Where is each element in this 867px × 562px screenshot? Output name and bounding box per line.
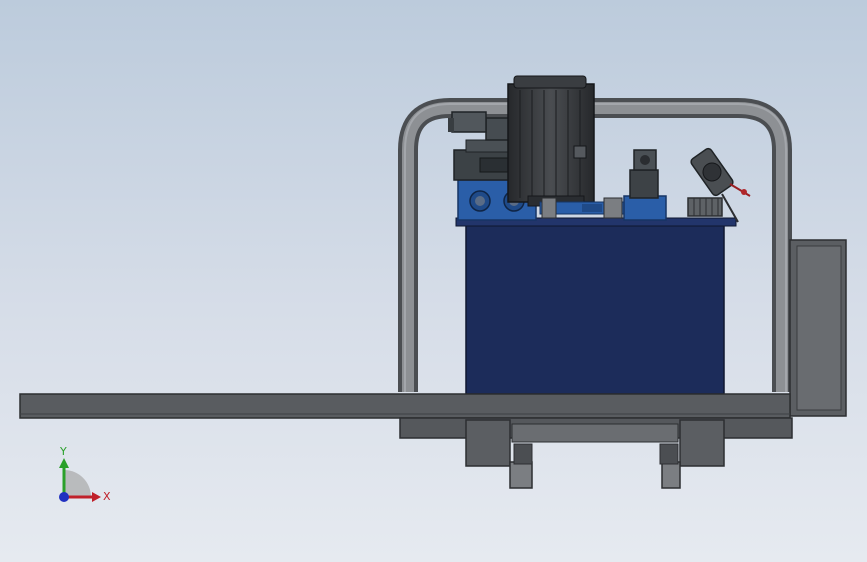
oil-tank <box>455 217 737 395</box>
relief-valve <box>623 149 667 221</box>
filter-element <box>687 197 723 217</box>
hydraulic-unit-model: Y X <box>19 75 847 503</box>
side-panel <box>789 239 847 417</box>
triad-plane-icon <box>64 470 91 497</box>
y-axis-label: Y <box>59 445 67 458</box>
cad-viewport[interactable]: Y X <box>0 0 867 562</box>
coordinate-triad: Y X <box>59 445 111 503</box>
z-axis-icon <box>59 492 69 502</box>
under-frame <box>465 419 725 489</box>
electric-motor <box>507 75 595 207</box>
x-axis-label: X <box>103 490 111 503</box>
